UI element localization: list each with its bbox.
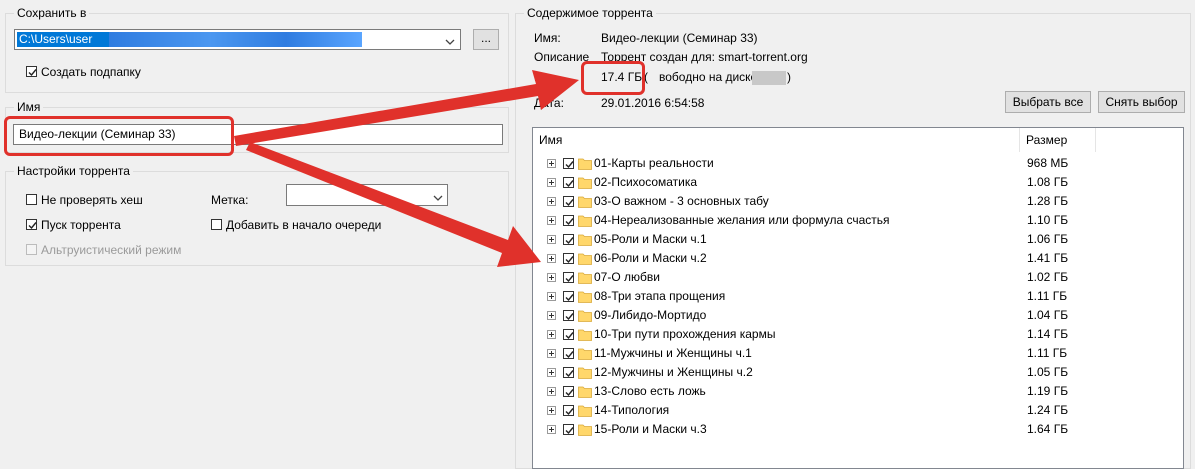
annotation-arrows <box>234 70 579 267</box>
arrow-to-tree <box>246 142 541 267</box>
arrow-to-size <box>234 70 579 146</box>
